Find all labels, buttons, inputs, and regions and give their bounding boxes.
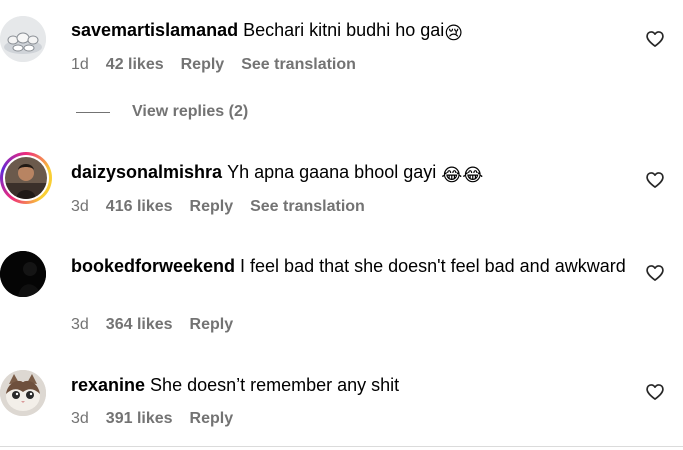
comment-time[interactable]: 3d	[71, 198, 89, 216]
avatar[interactable]	[0, 16, 46, 62]
avatar[interactable]	[0, 370, 46, 416]
reply-button[interactable]: Reply	[190, 410, 234, 428]
like-heart-icon[interactable]	[645, 382, 665, 402]
view-replies-label: View replies (2)	[132, 103, 249, 120]
reply-button[interactable]: Reply	[181, 56, 225, 74]
dark-avatar-icon	[0, 251, 46, 297]
reply-button[interactable]: Reply	[190, 198, 234, 216]
comment-body: bookedforweekend I feel bad that she does…	[71, 254, 631, 279]
replies-divider-line	[76, 111, 110, 113]
comment-text: She doesn’t remember any shit	[150, 375, 400, 395]
crying-emoji: 😢	[444, 23, 464, 43]
comment-text: I feel bad that she doesn't feel bad and…	[240, 256, 626, 276]
comment-time[interactable]: 3d	[71, 316, 89, 334]
likes-count[interactable]: 391 likes	[106, 410, 173, 428]
comment-text: Yh apna gaana bhool gayi	[227, 162, 437, 182]
like-heart-icon[interactable]	[645, 29, 665, 49]
story-ring[interactable]	[0, 152, 52, 204]
see-translation-button[interactable]: See translation	[250, 198, 365, 216]
comment-username[interactable]: rexanine	[71, 375, 145, 395]
comment-text: Bechari kitni budhi ho gai	[243, 20, 445, 40]
comment-time[interactable]: 1d	[71, 56, 89, 74]
like-heart-icon[interactable]	[645, 263, 665, 283]
cat-avatar-icon	[0, 370, 46, 416]
comment-meta: 3d 364 likes Reply	[71, 316, 233, 334]
comment-username[interactable]: bookedforweekend	[71, 256, 235, 276]
comment-body: rexanine She doesn’t remember any shit	[71, 373, 631, 398]
view-replies-button[interactable]: View replies (2)	[76, 103, 248, 121]
bottom-divider	[0, 446, 683, 447]
comment-meta: 3d 391 likes Reply	[71, 410, 233, 428]
comment-meta: 1d 42 likes Reply See translation	[71, 56, 356, 74]
likes-count[interactable]: 42 likes	[106, 56, 164, 74]
comment-body: daizysonalmishra Yh apna gaana bhool gayi…	[71, 160, 631, 188]
comment-username[interactable]: daizysonalmishra	[71, 162, 222, 182]
avatar	[5, 157, 47, 199]
comment-username[interactable]: savemartislamanad	[71, 20, 238, 40]
like-heart-icon[interactable]	[645, 170, 665, 190]
avatar[interactable]	[0, 251, 46, 297]
see-translation-button[interactable]: See translation	[241, 56, 356, 74]
likes-count[interactable]: 416 likes	[106, 198, 173, 216]
person-photo-icon	[5, 157, 47, 199]
comment-time[interactable]: 3d	[71, 410, 89, 428]
comment-body: savemartislamanad Bechari kitni budhi ho …	[71, 18, 631, 46]
reply-button[interactable]: Reply	[190, 316, 234, 334]
teacup-avatar-icon	[0, 16, 46, 62]
likes-count[interactable]: 364 likes	[106, 316, 173, 334]
laughing-emoji: 😂😂	[441, 165, 484, 185]
comment-meta: 3d 416 likes Reply See translation	[71, 198, 365, 216]
